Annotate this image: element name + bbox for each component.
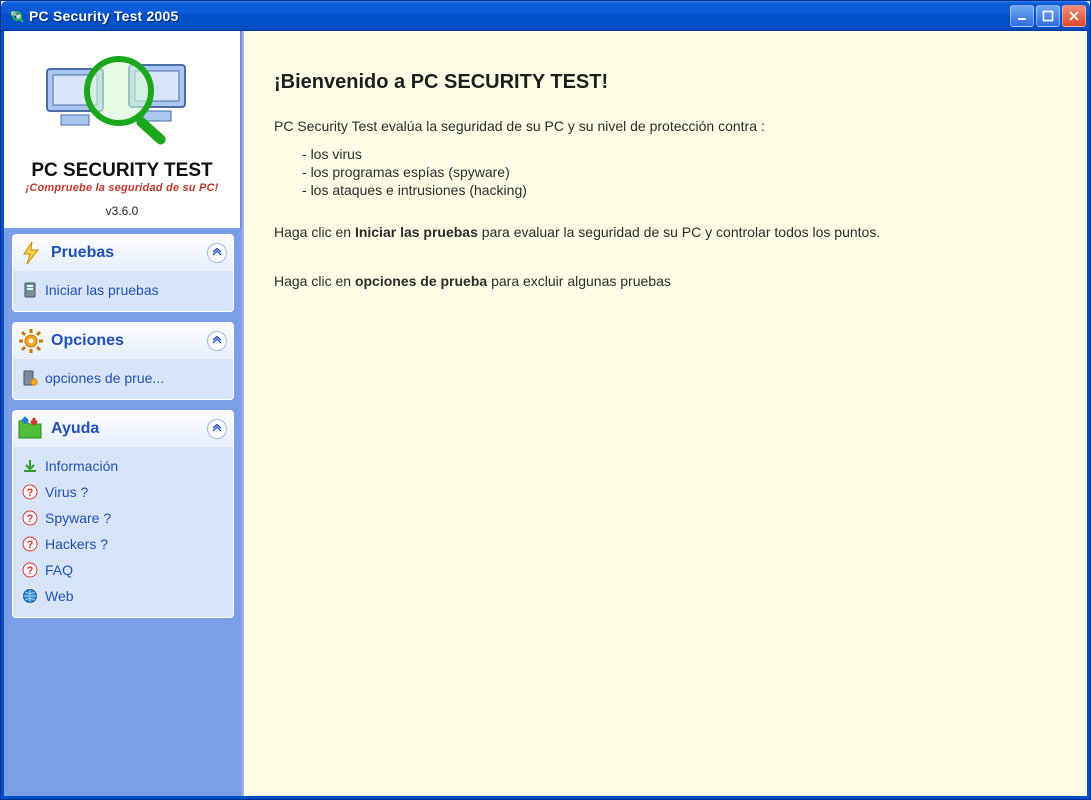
svg-text:?: ? [27, 539, 34, 551]
client-area: PC SECURITY TEST ¡Compruebe la seguridad… [1, 31, 1090, 799]
chevron-up-icon [207, 419, 227, 439]
sidebar: PC SECURITY TEST ¡Compruebe la seguridad… [4, 31, 242, 796]
app-logo-icon [37, 39, 207, 159]
text: Haga clic en [274, 273, 355, 289]
group-options: Opciones opciones de prue... [12, 322, 234, 400]
app-version: v3.6.0 [8, 204, 236, 218]
bullet-spyware: los programas espías (spyware) [302, 164, 1057, 180]
sidebar-item-label: FAQ [45, 562, 73, 578]
sidebar-item-label: Iniciar las pruebas [45, 282, 159, 298]
group-tests-header[interactable]: Pruebas [13, 235, 233, 271]
chevron-up-icon [207, 243, 227, 263]
sidebar-item-faq[interactable]: ? FAQ [19, 557, 227, 583]
svg-text:?: ? [27, 565, 34, 577]
gear-icon [17, 327, 45, 355]
download-icon [21, 457, 39, 475]
app-window: PC Security Test 2005 [0, 0, 1091, 800]
logo-subtitle: ¡Compruebe la seguridad de su PC! [8, 182, 236, 194]
text: para excluir algunas pruebas [491, 273, 671, 289]
group-options-header[interactable]: Opciones [13, 323, 233, 359]
window-title: PC Security Test 2005 [29, 8, 1010, 24]
sidebar-item-web[interactable]: Web [19, 583, 227, 609]
globe-icon [21, 587, 39, 605]
group-options-label: Opciones [51, 332, 201, 350]
help-icon: ? [21, 483, 39, 501]
group-help: Ayuda Información ? Virus ? ? [12, 410, 234, 618]
minimize-button[interactable] [1010, 5, 1034, 27]
sidebar-item-label: opciones de prue... [45, 370, 164, 386]
chevron-up-icon [207, 331, 227, 351]
lightning-icon [17, 239, 45, 267]
bullet-virus: los virus [302, 146, 1057, 162]
titlebar: PC Security Test 2005 [1, 1, 1090, 31]
main-content: ¡Bienvenido a PC SECURITY TEST! PC Secur… [242, 31, 1087, 796]
svg-text:?: ? [27, 513, 34, 525]
group-help-label: Ayuda [51, 420, 201, 438]
sidebar-item-virus[interactable]: ? Virus ? [19, 479, 227, 505]
group-tests-label: Pruebas [51, 244, 201, 262]
group-help-header[interactable]: Ayuda [13, 411, 233, 447]
bullet-hacking: los ataques e intrusiones (hacking) [302, 182, 1057, 198]
server-icon [21, 281, 39, 299]
svg-text:?: ? [27, 487, 34, 499]
maximize-button[interactable] [1036, 5, 1060, 27]
close-button[interactable] [1062, 5, 1086, 27]
instruction-options: Haga clic en opciones de prueba para exc… [274, 271, 1057, 291]
sidebar-item-label: Información [45, 458, 118, 474]
sidebar-item-start-tests[interactable]: Iniciar las pruebas [19, 277, 227, 303]
help-icon: ? [21, 561, 39, 579]
sidebar-item-hackers[interactable]: ? Hackers ? [19, 531, 227, 557]
help-icon: ? [21, 535, 39, 553]
text: para evaluar la seguridad de su PC y con… [482, 224, 880, 240]
help-icon: ? [21, 509, 39, 527]
page-heading: ¡Bienvenido a PC SECURITY TEST! [274, 71, 1057, 94]
logo-title: PC SECURITY TEST [8, 160, 236, 182]
logo-card: PC SECURITY TEST ¡Compruebe la seguridad… [4, 31, 242, 228]
sidebar-item-label: Virus ? [45, 484, 88, 500]
server-gear-icon [21, 369, 39, 387]
text: Haga clic en [274, 224, 355, 240]
sidebar-item-test-options[interactable]: opciones de prue... [19, 365, 227, 391]
sidebar-item-label: Hackers ? [45, 536, 108, 552]
text-bold: Iniciar las pruebas [355, 224, 478, 240]
app-icon [9, 8, 25, 24]
sidebar-item-info[interactable]: Información [19, 453, 227, 479]
instruction-start: Haga clic en Iniciar las pruebas para ev… [274, 222, 1057, 242]
sidebar-item-label: Web [45, 588, 74, 604]
sidebar-item-label: Spyware ? [45, 510, 111, 526]
window-buttons [1010, 5, 1086, 27]
sidebar-groups: Pruebas Iniciar las pruebas [4, 228, 242, 626]
intro-bullets: los virus los programas espías (spyware)… [302, 146, 1057, 198]
text-bold: opciones de prueba [355, 273, 487, 289]
group-tests: Pruebas Iniciar las pruebas [12, 234, 234, 312]
intro-text: PC Security Test evalúa la seguridad de … [274, 116, 1057, 136]
sidebar-item-spyware[interactable]: ? Spyware ? [19, 505, 227, 531]
folder-arrows-icon [17, 415, 45, 443]
